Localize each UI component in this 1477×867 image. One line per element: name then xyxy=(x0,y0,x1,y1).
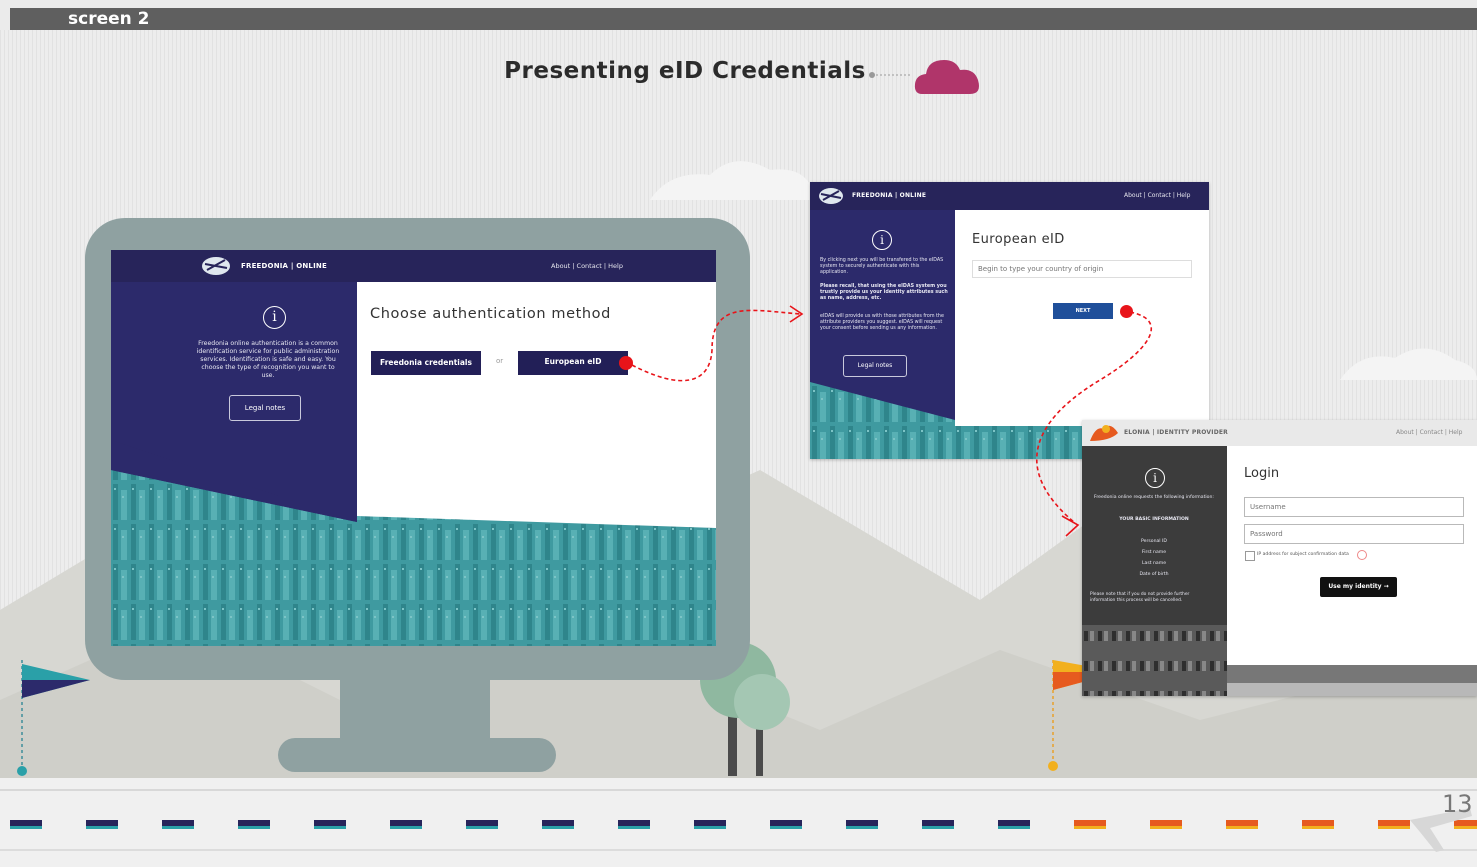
flow-arrows xyxy=(631,305,1152,537)
page-number: 13 xyxy=(1442,790,1473,818)
